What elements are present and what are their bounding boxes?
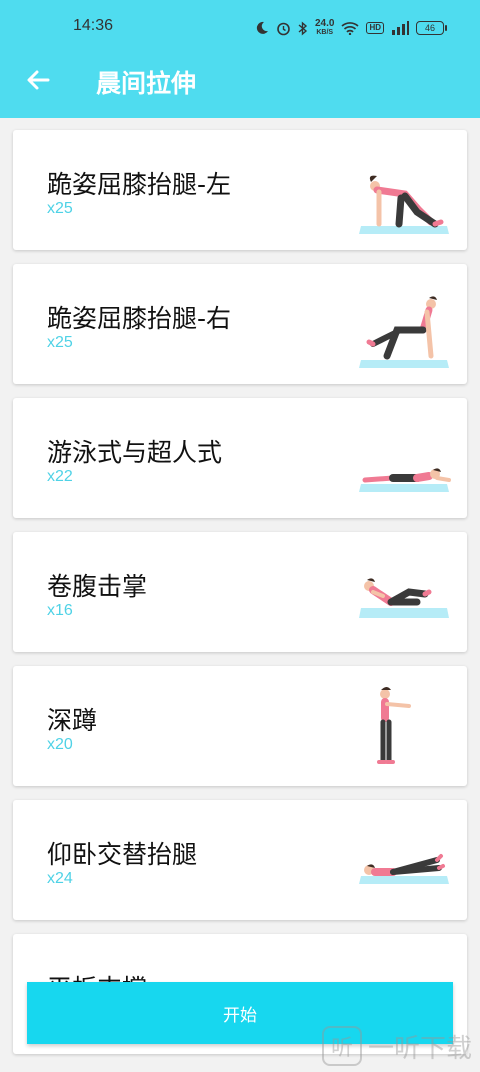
exercise-reps: x25 xyxy=(47,200,73,217)
exercise-name: 跪姿屈膝抬腿-右 xyxy=(47,304,232,333)
exercise-reps: x25 xyxy=(47,334,73,351)
exercise-reps: x20 xyxy=(47,736,73,753)
swimmer-superman-illustration xyxy=(359,468,451,492)
wifi-icon xyxy=(341,22,360,35)
network-speed: 24.0 KB/S xyxy=(314,18,335,37)
watermark-text: 一听下载 xyxy=(367,1033,472,1064)
alarm-icon xyxy=(277,22,290,35)
bluetooth-icon xyxy=(298,20,308,36)
exercise-card[interactable]: 跪姿屈膝抬腿-左 x25 xyxy=(13,130,467,250)
exercise-name: 深蹲 xyxy=(47,706,98,735)
kneeling-leg-raise-right-illustration xyxy=(359,296,449,368)
exercise-card[interactable]: 仰卧交替抬腿 x24 xyxy=(13,800,467,920)
status-time: 14:36 xyxy=(73,17,114,34)
back-arrow-icon[interactable] xyxy=(22,64,54,96)
exercise-card[interactable]: 深蹲 x20 xyxy=(13,666,467,786)
exercise-reps: x22 xyxy=(47,468,73,485)
exercise-name: 游泳式与超人式 xyxy=(47,438,223,467)
exercise-name: 跪姿屈膝抬腿-左 xyxy=(47,170,232,199)
watermark-logo-icon: 听 xyxy=(321,1026,362,1066)
page-title: 晨间拉伸 xyxy=(96,69,197,98)
exercise-list[interactable]: 跪姿屈膝抬腿-左 x25 跪姿屈膝抬腿-右 x25 游泳式与超人式 x22 卷腹… xyxy=(0,118,480,1072)
battery-indicator: 46 xyxy=(416,21,447,35)
exercise-reps: x16 xyxy=(47,602,73,619)
watermark: 听 一听下载 xyxy=(321,1026,472,1066)
moon-icon xyxy=(256,21,268,34)
exercise-name: 仰卧交替抬腿 xyxy=(47,840,198,869)
exercise-reps: x24 xyxy=(47,870,73,887)
app-bar: 14:36 24.0 KB/S HD 46 晨间拉伸 xyxy=(0,0,480,118)
signal-icon xyxy=(392,21,409,35)
exercise-card[interactable]: 游泳式与超人式 x22 xyxy=(13,398,467,518)
crunch-clap-illustration xyxy=(359,578,449,618)
exercise-name: 卷腹击掌 xyxy=(47,572,148,601)
kneeling-leg-raise-left-illustration xyxy=(359,175,449,234)
exercise-card[interactable]: 跪姿屈膝抬腿-右 x25 xyxy=(13,264,467,384)
alternating-leg-raise-illustration xyxy=(359,854,449,884)
status-bar: 14:36 24.0 KB/S HD 46 xyxy=(0,0,480,56)
squat-illustration xyxy=(377,687,411,764)
status-icons: 24.0 KB/S HD 46 xyxy=(255,17,447,39)
hd-badge: HD xyxy=(366,22,384,34)
exercise-card[interactable]: 卷腹击掌 x16 xyxy=(13,532,467,652)
